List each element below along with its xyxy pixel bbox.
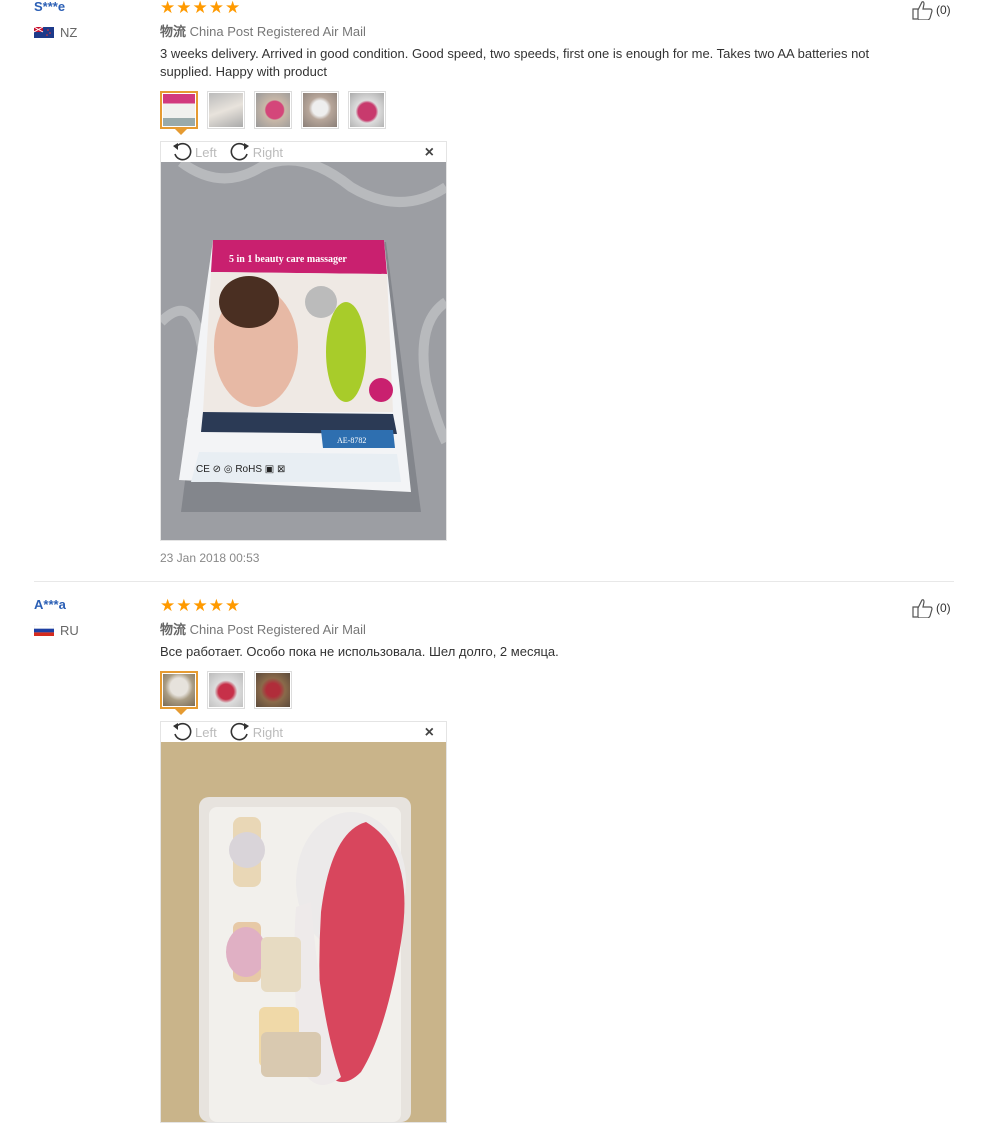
review-text: Все работает. Особо пока не использовала…	[160, 644, 559, 659]
shipping-method: China Post Registered Air Mail	[189, 24, 366, 39]
reviewer-country: NZ	[34, 25, 77, 40]
photo-viewer-toolbar: Left Right ×	[161, 142, 446, 162]
review-photo: 5 in 1 beauty care massager AE-8782 CE ⊘…	[161, 162, 446, 540]
rotate-left-button[interactable]: Left	[171, 722, 217, 742]
shipping-label: 物流	[160, 24, 187, 39]
helpful-count: (0)	[936, 601, 951, 615]
review-date: 23 Jan 2018 00:53	[160, 551, 260, 565]
photo-box-model: AE-8782	[337, 436, 366, 445]
star-icon: ★	[192, 0, 208, 17]
reviewer-country: RU	[34, 623, 79, 638]
shipping-info: 物流 China Post Registered Air Mail	[160, 619, 366, 638]
reviewer-name[interactable]: S***e	[34, 0, 65, 14]
rotate-left-icon	[173, 142, 192, 161]
rotate-left-label: Left	[195, 144, 217, 160]
photo-thumbnails	[160, 671, 292, 715]
rotate-right-button[interactable]: Right	[229, 142, 283, 162]
thumbs-up-icon	[912, 1, 933, 20]
rotate-left-icon	[173, 722, 192, 741]
star-icon: ★	[208, 596, 224, 615]
rating-stars: ★ ★ ★ ★ ★	[160, 597, 240, 614]
rotate-left-label: Left	[195, 724, 217, 740]
star-icon: ★	[225, 0, 241, 17]
ru-flag-icon	[34, 625, 54, 636]
rotate-right-icon	[230, 722, 249, 741]
photo-viewer: Left Right ×	[160, 721, 447, 1123]
close-viewer-button[interactable]: ×	[425, 724, 434, 742]
helpful-button[interactable]: (0)	[912, 598, 951, 618]
nz-flag-icon	[34, 27, 54, 38]
rotate-right-label: Right	[252, 724, 284, 740]
star-icon: ★	[192, 596, 208, 615]
star-icon: ★	[160, 596, 176, 615]
photo-thumbnail[interactable]	[348, 91, 386, 129]
star-icon: ★	[176, 596, 192, 615]
photo-thumbnail[interactable]	[207, 671, 245, 709]
shipping-method: China Post Registered Air Mail	[189, 622, 366, 637]
photo-viewer: Left Right × 5 in 1 beauty care massager	[160, 141, 447, 541]
rating-stars: ★ ★ ★ ★ ★	[160, 0, 240, 16]
rotate-right-button[interactable]: Right	[229, 722, 283, 742]
star-icon: ★	[208, 0, 224, 17]
rotate-right-label: Right	[252, 144, 284, 160]
photo-thumbnail[interactable]	[207, 91, 245, 129]
review-item: A***a RU ★ ★ ★ ★ ★ 物流 China Post Registered …	[0, 582, 990, 1123]
photo-thumbnail[interactable]	[254, 671, 292, 709]
country-code: NZ	[60, 25, 78, 40]
helpful-button[interactable]: (0)	[912, 0, 951, 20]
shipping-info: 物流 China Post Registered Air Mail	[160, 21, 366, 40]
photo-box-marks: CE ⊘ ◎ RoHS ▣ ⊠	[196, 464, 285, 475]
country-code: RU	[60, 623, 79, 638]
close-viewer-button[interactable]: ×	[425, 144, 434, 162]
reviewer-name[interactable]: A***a	[34, 597, 66, 612]
review-text: 3 weeks delivery. Arrived in good condit…	[160, 46, 870, 79]
photo-thumbnail[interactable]	[301, 91, 339, 129]
review-item: S***e NZ ★ ★ ★ ★ ★ 物流 China Post Registered …	[0, 0, 990, 582]
photo-thumbnail[interactable]	[160, 91, 198, 135]
star-icon: ★	[225, 596, 241, 615]
rotate-right-icon	[230, 142, 249, 161]
photo-thumbnails	[160, 91, 386, 135]
star-icon: ★	[176, 0, 192, 17]
photo-viewer-toolbar: Left Right ×	[161, 722, 446, 742]
star-icon: ★	[160, 0, 176, 17]
photo-thumbnail[interactable]	[254, 91, 292, 129]
photo-thumbnail[interactable]	[160, 671, 198, 715]
rotate-left-button[interactable]: Left	[171, 142, 217, 162]
photo-box-title: 5 in 1 beauty care massager	[229, 254, 347, 265]
thumbs-up-icon	[912, 599, 933, 618]
review-photo	[161, 742, 446, 1122]
shipping-label: 物流	[160, 622, 187, 637]
helpful-count: (0)	[936, 3, 951, 17]
